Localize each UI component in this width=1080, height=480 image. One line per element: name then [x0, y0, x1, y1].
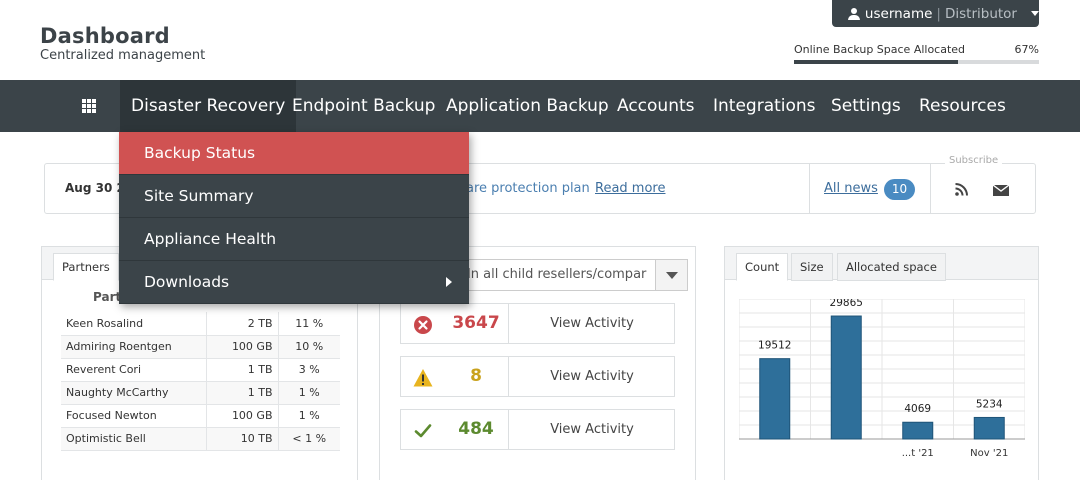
chart-bar [902, 421, 934, 440]
nav-endpoint-backup[interactable]: Endpoint Backup [281, 80, 446, 132]
partner-name-cell: Optimistic Bell [61, 427, 206, 451]
data-label: 4069 [904, 403, 931, 415]
partner-name-cell: Naughty McCarthy [61, 381, 206, 405]
partner-percent-cell: 3 % [277, 358, 340, 382]
news-text: are protection plan [466, 181, 590, 196]
user-role-label: Distributor [944, 5, 1017, 22]
allocation-progress-fill [794, 60, 959, 64]
partner-size-cell: 10 TB [205, 427, 278, 451]
check-icon [414, 424, 432, 438]
partner-size-cell: 100 GB [205, 335, 278, 359]
subscribe-label: Subscribe [945, 155, 1003, 166]
table-row: Focused Newton 100 GB 1 % [61, 404, 340, 428]
allocation-percent: 67% [1014, 43, 1039, 56]
partner-size-cell: 1 TB [205, 358, 278, 382]
username-label: username [864, 5, 933, 22]
partner-percent-cell: 10 % [277, 335, 340, 359]
divider [809, 164, 810, 213]
chevron-down-icon[interactable] [655, 260, 687, 290]
allocation-label: Online Backup Space Allocated [794, 43, 966, 56]
page-title: Dashboard [40, 24, 170, 48]
read-more-link[interactable]: Read more [595, 181, 665, 196]
menu-item-downloads-label: Downloads [144, 273, 230, 291]
scope-select-value: s (In all child resellers/compar [451, 267, 647, 282]
separator: | [936, 5, 941, 22]
view-activity-button[interactable]: View Activity [509, 410, 675, 449]
nav-accounts[interactable]: Accounts [606, 80, 706, 132]
chart-bar [973, 416, 1005, 440]
partner-percent-cell: 1 % [277, 404, 340, 428]
chart-bar [759, 358, 791, 440]
partner-size-cell: 1 TB [205, 381, 278, 405]
partner-percent-cell: < 1 % [277, 427, 340, 451]
chart-panel-header: Count Size Allocated space [725, 247, 1038, 281]
partners-column-header: Part [93, 290, 122, 304]
stat-success: 484 View Activity [400, 409, 675, 450]
table-row: Naughty McCarthy 1 TB 1 % [61, 381, 340, 405]
x-tick-label: ...t '21 [902, 448, 934, 459]
warning-icon [413, 369, 433, 387]
rss-icon[interactable] [955, 183, 968, 196]
divider [930, 164, 931, 213]
partner-name-cell: Focused Newton [61, 404, 206, 428]
partner-size-cell: 100 GB [205, 404, 278, 428]
chart-bar [830, 315, 862, 440]
partner-name-cell: Admiring Roentgen [61, 335, 206, 359]
stat-warnings: 8 View Activity [400, 356, 675, 397]
menu-item-appliance-health[interactable]: Appliance Health [119, 218, 469, 261]
user-icon [848, 7, 860, 20]
nav-settings[interactable]: Settings [820, 80, 912, 132]
disaster-recovery-dropdown: Backup Status Site Summary Appliance Hea… [119, 132, 469, 304]
mail-icon[interactable] [993, 185, 1009, 196]
chart-panel: Count Size Allocated space 19512 29865 406… [724, 246, 1039, 480]
tab-size[interactable]: Size [791, 253, 833, 281]
view-activity-button[interactable]: View Activity [509, 357, 675, 396]
apps-grid-icon[interactable] [82, 99, 96, 113]
partners-table: Keen Rosalind 2 TB 11 % Admiring Roentgen 10… [61, 312, 340, 451]
tab-partners[interactable]: Partners [53, 253, 119, 281]
tab-allocated-space[interactable]: Allocated space [837, 253, 946, 281]
table-row: Optimistic Bell 10 TB < 1 % [61, 427, 340, 451]
menu-item-site-summary[interactable]: Site Summary [119, 175, 469, 218]
tab-count[interactable]: Count [736, 253, 789, 281]
view-activity-button[interactable]: View Activity [509, 304, 675, 343]
stat-errors: 3647 View Activity [400, 303, 675, 344]
partner-name-cell: Reverent Cori [61, 358, 206, 382]
table-row: Reverent Cori 1 TB 3 % [61, 358, 340, 382]
menu-item-backup-status[interactable]: Backup Status [119, 132, 469, 175]
data-label: 29865 [830, 299, 863, 309]
nav-disaster-recovery[interactable]: Disaster Recovery [120, 80, 297, 132]
user-menu-button[interactable]: username | Distributor [832, 0, 1039, 27]
partner-percent-cell: 11 % [277, 312, 340, 336]
all-news-link[interactable]: All news [824, 181, 878, 196]
x-tick-label: Nov '21 [970, 448, 1008, 459]
table-row: Keen Rosalind 2 TB 11 % [61, 312, 340, 336]
success-count: 484 [458, 419, 494, 439]
data-label: 5234 [976, 398, 1003, 410]
data-label: 19512 [758, 340, 791, 352]
partner-size-cell: 2 TB [205, 312, 278, 336]
chevron-down-icon [1031, 11, 1039, 16]
nav-integrations[interactable]: Integrations [702, 80, 827, 132]
table-row: Admiring Roentgen 100 GB 10 % [61, 335, 340, 359]
partner-name-cell: Keen Rosalind [61, 312, 206, 336]
page-subtitle: Centralized management [40, 48, 206, 63]
backup-count-chart: 19512 29865 4069 ...t '21 5234 Nov '21 [739, 299, 1025, 459]
partner-percent-cell: 1 % [277, 381, 340, 405]
news-date: Aug 30 2 [65, 181, 125, 195]
scope-select[interactable]: s (In all child resellers/compar [447, 259, 688, 291]
nav-resources[interactable]: Resources [908, 80, 1017, 132]
error-count: 3647 [452, 313, 500, 333]
allocation-progress-bar [794, 60, 1039, 64]
news-count-badge: 10 [884, 179, 915, 200]
error-icon [414, 316, 432, 334]
warning-count: 8 [470, 366, 482, 386]
main-nav: Disaster Recovery Endpoint Backup Applic… [0, 80, 1080, 132]
chevron-right-icon [446, 277, 452, 287]
menu-item-downloads[interactable]: Downloads [119, 261, 469, 304]
nav-application-backup[interactable]: Application Backup [435, 80, 620, 132]
